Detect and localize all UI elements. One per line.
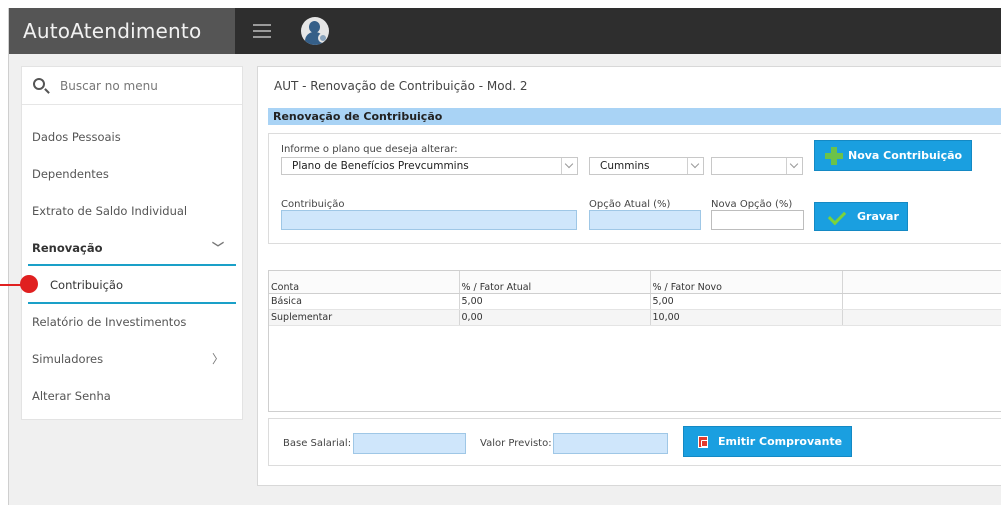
table-row[interactable]: Suplementar 0,00 10,00 [269,309,1001,326]
table-cell: Suplementar [269,309,460,326]
sidebar-item-label: Contribuição [50,278,123,292]
sidebar-item-extrato[interactable]: Extrato de Saldo Individual [22,193,242,230]
table-row[interactable]: Básica 5,00 5,00 [269,293,1001,310]
contribution-label: Contribuição [281,199,345,210]
search-icon [33,78,45,90]
table-cell: 10,00 [650,309,843,326]
sidebar-item-label: Simuladores [32,352,104,366]
table-header-row: Conta % / Fator Atual % / Fator Novo [269,271,1001,294]
sidebar-item-contribuicao[interactable]: Contribuição [22,267,242,304]
sidebar-menu: Dados Pessoais Dependentes Extrato de Sa… [22,119,242,415]
contribution-table: Conta % / Fator Atual % / Fator Novo Bás… [268,270,1001,412]
plan-select-value: Plano de Benefícios Prevcummins [292,160,469,172]
sidebar: Buscar no menu Dados Pessoais Dependente… [21,66,243,420]
new-contribution-label: Nova Contribuição [848,149,963,162]
expected-value-label: Valor Previsto: [480,438,552,449]
pdf-icon [698,436,708,448]
chevron-down-icon [561,158,577,174]
annotation-pointer-dot [20,275,38,293]
sidebar-item-simuladores[interactable]: Simuladores 〉 [22,341,242,378]
third-select[interactable] [711,157,803,175]
chevron-down-icon: ﹀ [211,241,224,255]
user-settings-icon[interactable] [301,17,329,45]
column-header: Conta [269,271,460,294]
sidebar-item-label: Renovação [32,241,103,255]
sidebar-item-relatorio[interactable]: Relatório de Investimentos [22,304,242,341]
table-cell: Básica [269,293,460,310]
sidebar-item-label: Extrato de Saldo Individual [32,204,188,218]
plan-label: Informe o plano que deseja alterar: [281,144,458,155]
emit-receipt-button[interactable]: Emitir Comprovante [683,426,852,457]
company-select[interactable]: Cummins [589,157,704,175]
current-option-input[interactable] [589,210,701,230]
section-header: Renovação de Contribuição [268,108,1001,125]
save-label: Gravar [857,210,899,223]
column-header [842,271,1001,294]
sidebar-item-dependentes[interactable]: Dependentes [22,156,242,193]
checkmark-icon [827,206,847,226]
app-window: AutoAtendimento Buscar no menu Dados Pes… [8,8,1001,505]
sidebar-item-label: Relatório de Investimentos [32,315,187,329]
column-header: % / Fator Atual [459,271,651,294]
emit-receipt-label: Emitir Comprovante [718,435,843,448]
new-option-label: Nova Opção (%) [711,199,793,210]
search-input[interactable]: Buscar no menu [22,67,242,105]
table-cell: 0,00 [459,309,651,326]
table-cell: 5,00 [459,293,651,310]
chevron-right-icon: 〉 [211,352,224,366]
sidebar-item-label: Dependentes [32,167,109,181]
plan-select[interactable]: Plano de Benefícios Prevcummins [281,157,578,175]
company-select-value: Cummins [600,160,650,172]
contribution-form: Informe o plano que deseja alterar: Plan… [268,133,1001,244]
expected-value-input[interactable] [553,433,668,454]
current-option-label: Opção Atual (%) [589,199,671,210]
plus-icon [825,147,843,165]
search-placeholder: Buscar no menu [60,79,158,93]
column-header: % / Fator Novo [650,271,843,294]
salary-label: Base Salarial: [283,438,352,449]
new-option-input[interactable] [711,210,804,230]
app-title: AutoAtendimento [9,8,235,54]
sidebar-item-label: Alterar Senha [32,389,111,403]
chevron-down-icon [687,158,703,174]
top-bar: AutoAtendimento [9,8,1001,54]
main-panel: AUT - Renovação de Contribuição - Mod. 2… [257,66,1001,486]
summary-bar: Base Salarial: Valor Previsto: Emitir Co… [268,418,1001,466]
chevron-down-icon [786,158,802,174]
save-button[interactable]: Gravar [814,202,908,231]
sidebar-item-label: Dados Pessoais [32,130,121,144]
sidebar-item-renovacao[interactable]: Renovação ﹀ [22,230,242,267]
salary-input[interactable] [353,433,466,454]
table-cell [842,293,1001,310]
sidebar-item-dados-pessoais[interactable]: Dados Pessoais [22,119,242,156]
page-title: AUT - Renovação de Contribuição - Mod. 2 [274,79,528,93]
table-cell [842,309,1001,326]
contribution-input[interactable] [281,210,577,230]
hamburger-icon[interactable] [251,21,273,41]
table-cell: 5,00 [650,293,843,310]
sidebar-item-alterar-senha[interactable]: Alterar Senha [22,378,242,415]
new-contribution-button[interactable]: Nova Contribuição [814,140,972,171]
